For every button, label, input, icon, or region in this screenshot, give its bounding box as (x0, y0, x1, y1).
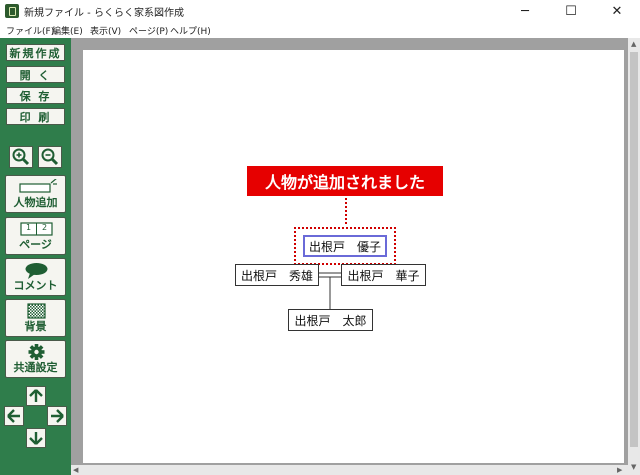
person-box-mother[interactable]: 出根戸 華子 (341, 264, 426, 286)
person-box-child[interactable]: 出根戸 太郎 (288, 309, 373, 331)
person-box-selected[interactable]: 出根戸 優子 (303, 235, 387, 257)
added-notification: 人物が追加されました (247, 166, 443, 196)
person-box-father[interactable]: 出根戸 秀雄 (235, 264, 319, 286)
